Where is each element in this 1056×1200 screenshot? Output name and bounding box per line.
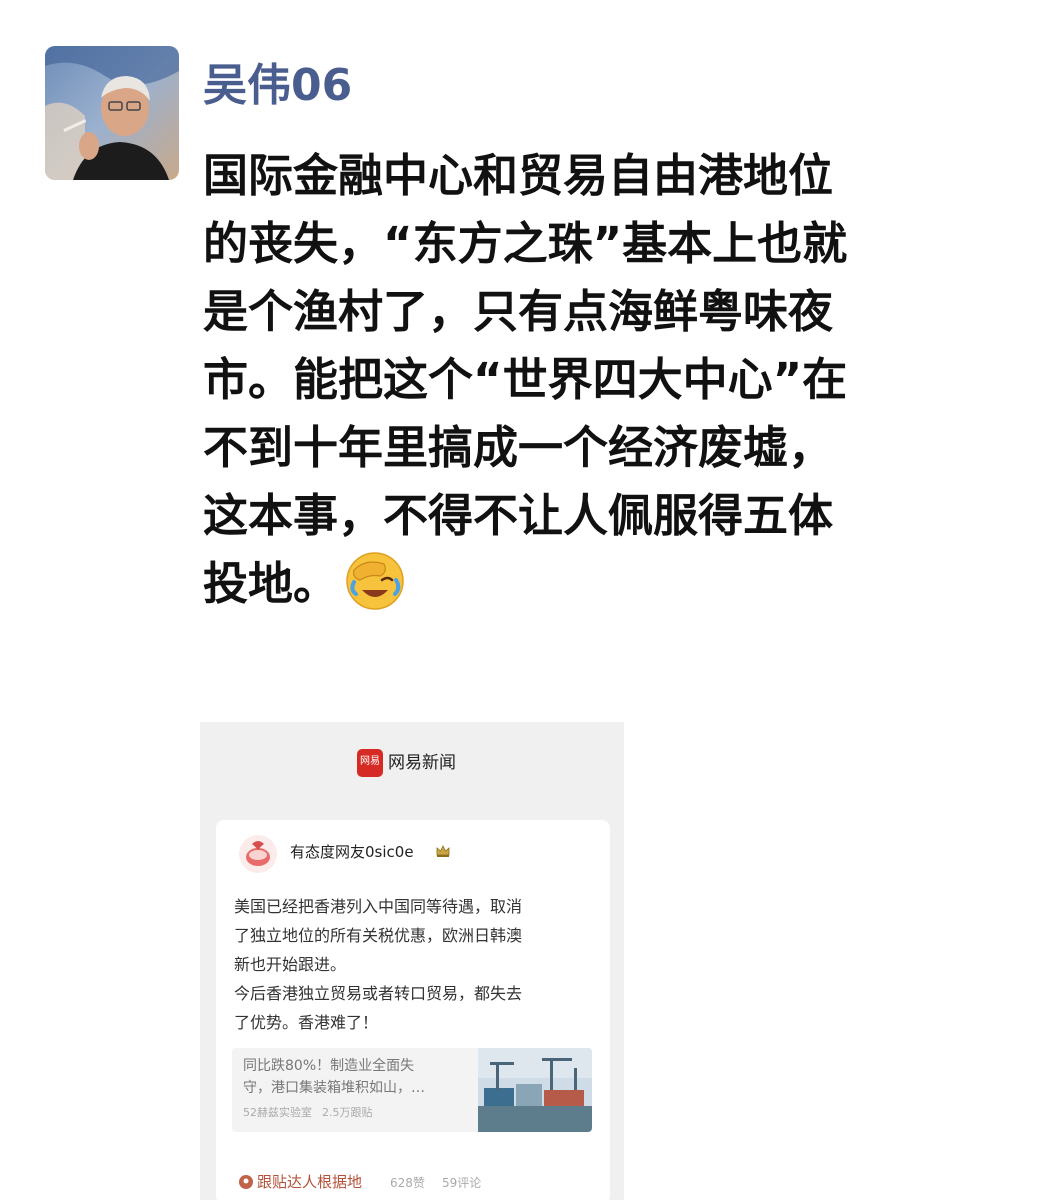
footer-source-link[interactable]: 跟贴达人根据地 xyxy=(257,1171,362,1193)
comment-footer: 跟贴达人根据地 628赞 59评论 xyxy=(238,1170,598,1194)
port-thumbnail-image xyxy=(478,1048,592,1132)
avatar-photo xyxy=(45,46,179,180)
face-palm-laughing-icon xyxy=(346,552,404,610)
crown-icon xyxy=(436,845,450,857)
news-app-name: 网易新闻 xyxy=(388,753,456,773)
comment-text-line: 了优势。香港难了！ xyxy=(234,1013,379,1032)
linked-article-card[interactable]: 同比跌80%！制造业全面失 守，港口集装箱堆积如山，… 52赫兹实验室 2.5万跟… xyxy=(232,1048,592,1132)
author-avatar[interactable] xyxy=(45,46,179,180)
embedded-news-screenshot[interactable]: 网易 网易新闻 有态度网友0sic0e 美国已经把香港列入中国同等待遇，取消 了… xyxy=(200,722,624,1200)
post-text-line: 国际金融中心和贸易自由港地位 xyxy=(203,149,834,202)
post-text-line: 投地。 xyxy=(203,557,339,610)
post-text-line: 的丧失，“东方之珠”基本上也就 xyxy=(203,217,848,270)
author-name[interactable]: 吴伟06 xyxy=(203,56,352,116)
post-text-last-line: 投地。 xyxy=(203,550,1003,618)
comment-count[interactable]: 59评论 xyxy=(442,1173,481,1193)
linked-article-title: 同比跌80%！制造业全面失 守，港口集装箱堆积如山，… xyxy=(243,1055,473,1099)
comment-text-line: 美国已经把香港列入中国同等待遇，取消 xyxy=(234,897,523,916)
netease-logo-icon: 网易 xyxy=(357,749,383,777)
post-text: 国际金融中心和贸易自由港地位 的丧失，“东方之珠”基本上也就 是个渔村了，只有点… xyxy=(203,142,1003,618)
location-pin-icon xyxy=(239,1175,253,1189)
comment-text-line: 新也开始跟进。 xyxy=(234,955,347,974)
post-text-line: 这本事，不得不让人佩服得五体 xyxy=(203,489,834,542)
post-text-line: 是个渔村了，只有点海鲜粤味夜 xyxy=(203,285,834,338)
comment-text: 美国已经把香港列入中国同等待遇，取消 了独立地位的所有关税优惠，欧洲日韩澳 新也… xyxy=(234,892,604,1037)
comment-text-line: 今后香港独立贸易或者转口贸易，都失去 xyxy=(234,984,523,1003)
commenter-name[interactable]: 有态度网友0sic0e xyxy=(290,841,414,863)
commenter-avatar-icon xyxy=(239,835,277,873)
news-app-header: 网易 网易新闻 xyxy=(200,722,624,804)
linked-article-replies: 2.5万跟贴 xyxy=(322,1106,373,1119)
linked-article-meta: 52赫兹实验室 2.5万跟贴 xyxy=(243,1105,373,1121)
linked-article-source: 52赫兹实验室 xyxy=(243,1106,312,1119)
post-text-line: 市。能把这个“世界四大中心”在 xyxy=(203,353,848,406)
like-count[interactable]: 628赞 xyxy=(390,1173,425,1193)
post-text-line: 不到十年里搞成一个经济废墟， xyxy=(203,421,834,474)
linked-article-title-line: 守，港口集装箱堆积如山，… xyxy=(243,1080,425,1096)
comment-text-line: 了独立地位的所有关税优惠，欧洲日韩澳 xyxy=(234,926,523,945)
netease-logo-text: 网易 xyxy=(360,756,380,767)
comment-card: 有态度网友0sic0e 美国已经把香港列入中国同等待遇，取消 了独立地位的所有关… xyxy=(216,820,610,1200)
linked-article-title-line: 同比跌80%！制造业全面失 xyxy=(243,1058,415,1074)
